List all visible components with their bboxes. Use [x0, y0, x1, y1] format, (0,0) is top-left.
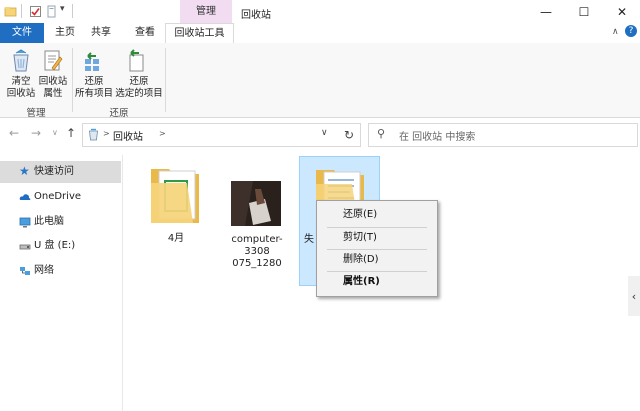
nav-item-this-pc[interactable]: 此电脑: [0, 211, 121, 233]
menu-item-label: 还原(E): [343, 209, 378, 220]
properties-icon[interactable]: [29, 5, 42, 18]
window-title: 回收站: [241, 10, 271, 21]
menu-item-delete[interactable]: 删除(D): [317, 250, 435, 270]
refresh-button[interactable]: ↻: [338, 123, 361, 147]
address-bar[interactable]: > 回收站 > ∨: [82, 123, 340, 147]
file-name-line: 075_1280: [232, 258, 282, 269]
nav-item-usb-drive[interactable]: U 盘 (E:): [0, 235, 121, 257]
folder-icon: [4, 7, 17, 17]
file-name-line: computer-3308: [231, 234, 283, 257]
image-thumbnail: [231, 181, 281, 226]
breadcrumb-separator[interactable]: >: [159, 129, 166, 138]
restore-selected-icon: [129, 49, 144, 72]
address-dropdown-icon[interactable]: ∨: [321, 128, 328, 138]
recycle-bin-properties-button[interactable]: 回收站 属性: [36, 76, 70, 100]
group-label-manage: 管理: [26, 108, 46, 119]
new-folder-icon[interactable]: [45, 5, 58, 18]
button-label: 还原: [129, 76, 149, 87]
empty-recycle-bin-button[interactable]: 清空 回收站: [3, 76, 39, 100]
nav-label: U 盘 (E:): [34, 240, 76, 251]
usb-drive-icon: [19, 244, 31, 250]
nav-item-onedrive[interactable]: OneDrive: [0, 186, 121, 208]
recycle-bin-properties-icon: [44, 50, 63, 71]
minimize-button[interactable]: —: [526, 0, 566, 23]
search-placeholder: 在 回收站 中搜索: [399, 132, 476, 143]
maximize-button[interactable]: ☐: [564, 0, 604, 23]
nav-label: 快速访问: [34, 166, 74, 177]
button-label: 所有项目: [74, 88, 113, 99]
menu-item-cut[interactable]: 剪切(T): [317, 228, 435, 248]
empty-recycle-bin-icon: [13, 49, 29, 72]
menu-item-restore[interactable]: 还原(E): [317, 205, 435, 225]
recycle-bin-icon: [89, 128, 98, 141]
file-item[interactable]: 4月: [143, 158, 209, 248]
expand-pane-button[interactable]: ‹: [628, 276, 640, 316]
search-icon: ⚲: [377, 127, 386, 140]
restore-all-items-button[interactable]: 还原 所有项目: [73, 76, 115, 100]
network-icon: [20, 267, 30, 275]
button-label: 还原: [84, 76, 104, 87]
menu-item-label: 删除(D): [343, 254, 379, 265]
file-item[interactable]: computer-3308 075_1280: [220, 158, 294, 269]
group-divider: [165, 48, 166, 112]
computer-icon: [19, 217, 31, 228]
breadcrumb-recycle-bin[interactable]: 回收站: [113, 128, 143, 143]
help-icon[interactable]: ?: [625, 25, 637, 37]
group-label-restore: 还原: [109, 108, 129, 119]
restore-all-icon: [85, 52, 99, 71]
file-name: 4月: [167, 233, 185, 244]
back-arrow-icon[interactable]: ←: [9, 126, 19, 140]
button-label: 回收站: [6, 88, 36, 99]
recent-locations-icon[interactable]: ∨: [52, 128, 58, 137]
search-box[interactable]: ⚲ 在 回收站 中搜索: [368, 123, 638, 147]
file-name: computer-3308 075_1280: [220, 234, 294, 270]
up-arrow-icon[interactable]: ↑: [66, 126, 76, 140]
tab-share[interactable]: 共享: [86, 23, 116, 43]
qat-divider: [72, 4, 73, 18]
nav-label: 网络: [34, 265, 54, 276]
tab-view[interactable]: 查看: [130, 23, 160, 43]
star-icon: ★: [19, 164, 30, 178]
context-tab-group-manage: 管理: [180, 0, 232, 23]
cloud-icon: [19, 194, 31, 200]
tab-recycle-bin-tools[interactable]: 回收站工具: [165, 23, 234, 44]
file-name: 失: [304, 234, 314, 245]
folder-icon: [151, 169, 199, 223]
nav-label: 此电脑: [34, 216, 64, 227]
button-label: 回收站: [38, 76, 68, 87]
button-label: 属性: [43, 88, 63, 99]
menu-item-label: 属性(R): [343, 276, 380, 287]
context-menu: 还原(E) 剪切(T) 删除(D) 属性(R): [316, 200, 438, 297]
qat-customize-icon[interactable]: ▾: [60, 4, 65, 14]
breadcrumb-separator[interactable]: >: [103, 129, 110, 138]
qat-divider: [21, 4, 22, 18]
tab-file[interactable]: 文件: [0, 23, 44, 43]
close-button[interactable]: ✕: [602, 0, 640, 23]
collapse-ribbon-icon[interactable]: ∧: [612, 27, 619, 37]
tab-home[interactable]: 主页: [50, 23, 80, 43]
nav-item-quick-access[interactable]: ★ 快速访问: [0, 161, 121, 183]
menu-item-properties[interactable]: 属性(R): [317, 272, 435, 292]
menu-item-label: 剪切(T): [343, 232, 377, 243]
restore-selected-items-button[interactable]: 还原 选定的项目: [114, 76, 164, 100]
forward-arrow-icon[interactable]: →: [31, 126, 41, 140]
button-label: 选定的项目: [115, 88, 163, 99]
button-label: 清空: [11, 76, 31, 87]
nav-item-network[interactable]: 网络: [0, 260, 121, 282]
nav-label: OneDrive: [34, 191, 82, 202]
